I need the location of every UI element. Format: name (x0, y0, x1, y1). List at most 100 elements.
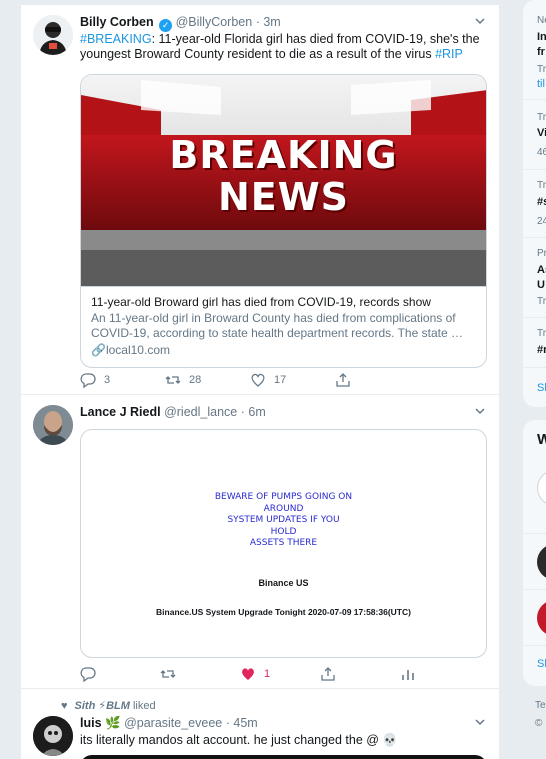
share-button[interactable] (320, 666, 400, 682)
media-image[interactable]: BEWARE OF PUMPS GOING ON AROUND SYSTEM U… (80, 429, 487, 658)
timeline: Billy Corben ✓ @BillyCorben · 3m #BREAKI… (20, 0, 500, 759)
who-to-follow-title: W (537, 431, 546, 448)
heart-filled-icon (242, 668, 254, 680)
link-icon: 🔗 (91, 343, 106, 357)
chevron-down-icon[interactable] (473, 14, 487, 28)
footer-terms[interactable]: Te (535, 700, 546, 711)
trend-link[interactable]: til (537, 78, 545, 90)
like-count: 17 (274, 374, 287, 386)
retweet-count: 28 (189, 374, 202, 386)
author-handle[interactable]: @BillyCorben (176, 15, 253, 29)
link-card[interactable]: BREAKING NEWS 11-year-old Broward girl h… (80, 74, 487, 368)
promo-text-block: BEWARE OF PUMPS GOING ON AROUND SYSTEM U… (81, 492, 486, 550)
card-image: BREAKING NEWS (81, 75, 486, 287)
avatar[interactable] (33, 405, 73, 445)
trend-title: fr (537, 46, 545, 58)
chevron-down-icon[interactable] (473, 404, 487, 418)
breaking-headline-1: BREAKING (169, 133, 398, 177)
trend-title: In (537, 31, 546, 43)
avatar-billy-image (33, 15, 73, 55)
retweet-button[interactable] (160, 666, 240, 682)
analytics-icon (402, 670, 414, 680)
trend-title: Vi (537, 127, 546, 139)
avatar[interactable] (537, 600, 546, 636)
reply-button[interactable] (80, 666, 160, 682)
trend-item[interactable]: Pr As U Tr (523, 238, 546, 318)
media-preview[interactable] (80, 755, 487, 759)
trend-context: Pr (537, 248, 546, 259)
tweet-time[interactable]: 45m (233, 716, 257, 730)
card-domain-text: local10.com (105, 343, 170, 357)
promo-line: HOLD (270, 526, 297, 537)
trend-item[interactable]: Tr Vi 46 (523, 100, 546, 170)
show-more-link[interactable]: Sh (537, 382, 546, 394)
tweet-luis[interactable]: ♥ Sith ⚡BLM liked luis 🌿 @parasite_eveee … (21, 690, 499, 759)
trend-title: #s (537, 196, 546, 208)
avatar[interactable] (33, 716, 73, 756)
tweet-actions: 3 28 17 (80, 372, 420, 388)
separator-dot: · (225, 716, 230, 730)
like-button[interactable]: 1 (240, 666, 320, 682)
tweet-header: Billy Corben ✓ @BillyCorben · 3m (80, 14, 487, 32)
liked-by-name[interactable]: Sith ⚡BLM (75, 700, 130, 712)
retweet-icon (160, 670, 176, 678)
trend-item[interactable]: Ne In fr Tr til (523, 0, 546, 100)
author-handle[interactable]: @riedl_lance (164, 405, 237, 419)
tweet-text: its literally mandos alt account. he jus… (80, 733, 398, 747)
verified-badge-icon: ✓ (159, 19, 173, 32)
tweet-time[interactable]: 6m (248, 405, 265, 419)
reply-icon (80, 667, 96, 682)
like-button[interactable]: 17 (250, 372, 335, 388)
analytics-button[interactable] (400, 666, 440, 682)
show-more-link[interactable]: Sh (537, 658, 546, 670)
tweet-billy-corben[interactable]: Billy Corben ✓ @BillyCorben · 3m #BREAKI… (21, 5, 499, 395)
avatar-lance-image (33, 405, 73, 445)
follow-suggestion[interactable] (523, 590, 546, 646)
hashtag-rip[interactable]: #RIP (435, 47, 463, 61)
trend-item[interactable]: Tr #n (523, 318, 546, 368)
promo-line: BEWARE OF PUMPS GOING ON (214, 492, 353, 502)
liked-label: liked (132, 700, 156, 712)
right-sidebar: Ne In fr Tr til Tr Vi 46 Tr #s 24 Pr As … (523, 0, 546, 759)
trend-meta: Tr (537, 296, 546, 307)
trend-title: #n (537, 344, 546, 356)
who-to-follow-panel: W Sh (523, 420, 546, 686)
promo-line: ASSETS THERE (249, 538, 318, 548)
like-count: 1 (264, 668, 271, 680)
avatar[interactable] (537, 470, 546, 506)
avatar[interactable] (537, 544, 546, 580)
trend-context: Tr (537, 180, 546, 191)
separator-dot: · (240, 405, 245, 419)
trend-context: Tr (537, 328, 546, 339)
trend-meta: 24 (537, 216, 546, 227)
author-name[interactable]: luis 🌿 (80, 716, 121, 730)
reply-button[interactable]: 3 (80, 372, 165, 388)
author-name[interactable]: Lance J Riedl (80, 405, 161, 419)
trend-meta: 46 (537, 147, 546, 158)
avatar[interactable] (33, 15, 73, 55)
follow-suggestion[interactable] (523, 534, 546, 590)
trend-title: As (537, 264, 546, 276)
card-description: An 11-year-old girl in Broward County ha… (91, 311, 463, 340)
share-icon (336, 373, 350, 387)
tweet-lance-riedl[interactable]: Lance J Riedl @riedl_lance · 6m BEWARE O… (21, 395, 499, 689)
follow-suggestion[interactable] (523, 458, 546, 534)
reply-icon (80, 373, 96, 388)
share-button[interactable] (335, 372, 420, 388)
tweet-text: #BREAKING: 11-year-old Florida girl has … (80, 32, 487, 62)
author-handle[interactable]: @parasite_eveee (124, 716, 222, 730)
tweet-time[interactable]: 3m (263, 15, 280, 29)
tweet-header: Lance J Riedl @riedl_lance · 6m (80, 404, 487, 421)
chevron-down-icon[interactable] (473, 715, 487, 729)
author-name[interactable]: Billy Corben (80, 15, 154, 29)
footer-copyright: © (535, 718, 543, 729)
trends-panel: Ne In fr Tr til Tr Vi 46 Tr #s 24 Pr As … (523, 0, 546, 407)
promo-footer: Binance.US System Upgrade Tonight 2020-0… (156, 607, 411, 617)
promo-line: SYSTEM UPDATES IF YOU (227, 515, 340, 525)
avatar-luis-image (33, 716, 73, 756)
retweet-button[interactable]: 28 (165, 372, 250, 388)
trend-title: U (537, 279, 545, 291)
trend-item[interactable]: Tr #s 24 (523, 170, 546, 238)
trend-meta: Tr (537, 64, 546, 75)
hashtag-breaking[interactable]: #BREAKING (80, 32, 152, 46)
